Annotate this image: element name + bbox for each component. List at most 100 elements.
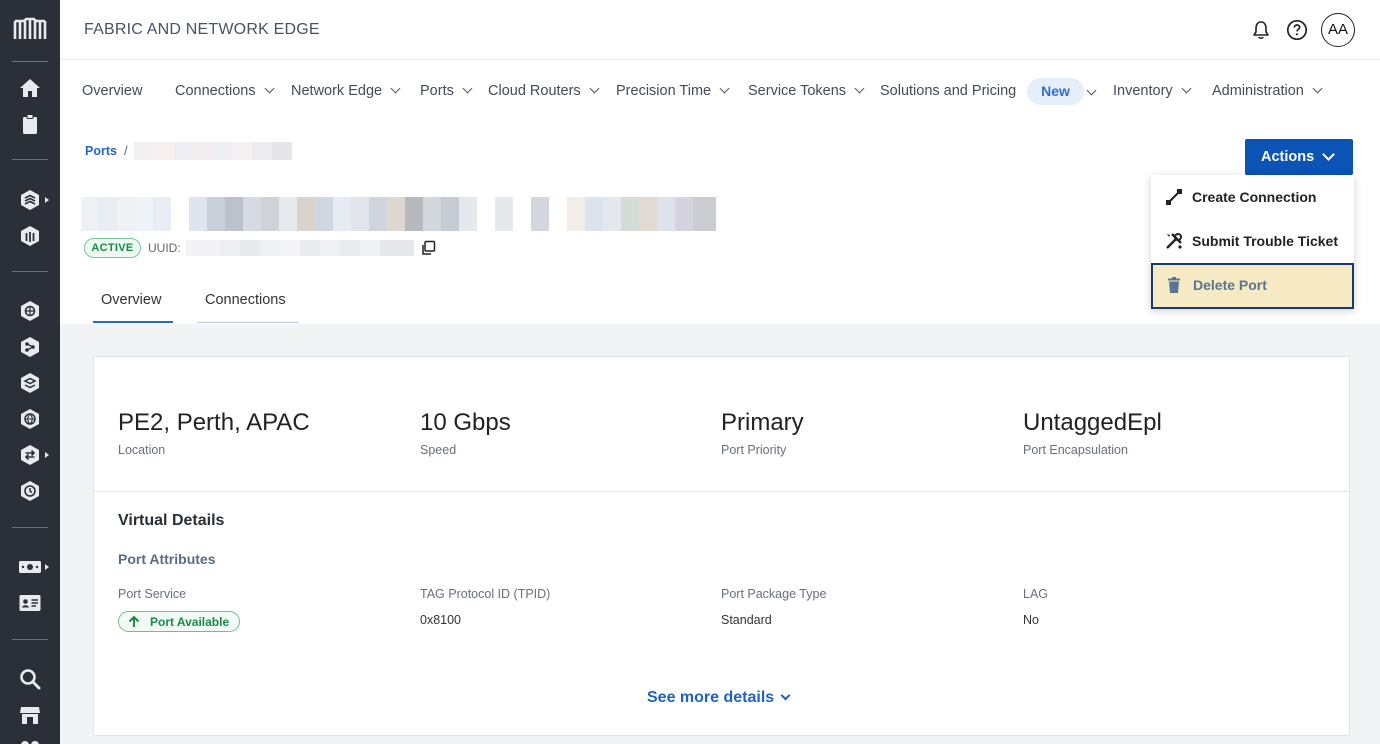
nav-label: Solutions and Pricing xyxy=(880,83,1017,99)
help-icon[interactable] xyxy=(1286,19,1308,41)
chevron-down-icon xyxy=(462,83,473,94)
nav-inventory[interactable]: Inventory xyxy=(1113,83,1192,99)
port-name-redacted xyxy=(81,197,734,231)
actions-button[interactable]: Actions xyxy=(1245,139,1353,175)
app-logo-icon[interactable] xyxy=(12,16,48,42)
network-edge-icon[interactable] xyxy=(18,188,42,212)
clock-icon[interactable] xyxy=(18,479,42,503)
transfer-icon[interactable] xyxy=(18,443,42,467)
menu-item-submit-trouble-ticket[interactable]: Submit Trouble Ticket xyxy=(1151,219,1354,263)
nav-precision-time[interactable]: Precision Time xyxy=(616,83,730,99)
nav-label: Overview xyxy=(82,83,143,99)
user-avatar[interactable]: AA xyxy=(1321,13,1355,47)
home-icon[interactable] xyxy=(18,76,42,100)
chevron-down-icon xyxy=(1322,148,1335,161)
port-attributes-title: Port Attributes xyxy=(118,551,216,567)
chevron-down-icon xyxy=(854,83,865,94)
chevron-down-icon xyxy=(719,83,730,94)
port-available-badge: Port Available xyxy=(118,611,240,632)
chevron-down-icon xyxy=(390,83,401,94)
tab-active-indicator xyxy=(93,321,173,323)
cloud-router-icon[interactable] xyxy=(18,335,42,359)
menu-item-label: Delete Port xyxy=(1193,277,1267,293)
app-title: FABRIC AND NETWORK EDGE xyxy=(84,21,320,38)
nav-label: Ports xyxy=(420,83,454,99)
tpid-value: 0x8100 xyxy=(420,613,462,627)
bell-icon[interactable] xyxy=(1250,19,1272,41)
speed-value: 10 Gbps xyxy=(420,409,511,436)
lag-label: LAG xyxy=(1023,587,1049,601)
breadcrumb-ports[interactable]: Ports xyxy=(85,144,117,158)
actions-menu: Create Connection Submit Trouble Ticket … xyxy=(1151,175,1354,309)
copy-icon[interactable] xyxy=(420,240,436,256)
nav-network-edge[interactable]: Network Edge xyxy=(291,83,401,99)
nav-connections[interactable]: Connections xyxy=(175,83,275,99)
nav-label: Cloud Routers xyxy=(488,83,581,99)
see-more-label: See more details xyxy=(647,689,775,706)
nav-overview[interactable]: Overview xyxy=(82,83,142,99)
nav-label: Network Edge xyxy=(291,83,383,99)
port-service-label: Port Service xyxy=(118,587,187,601)
nav-cloud-routers[interactable]: Cloud Routers xyxy=(488,83,600,99)
nav-administration[interactable]: Administration xyxy=(1212,83,1323,99)
tab-connections[interactable]: Connections xyxy=(205,292,286,308)
tab-underline xyxy=(197,322,298,323)
connection-icon xyxy=(1165,188,1183,206)
nav-label: Administration xyxy=(1212,83,1304,99)
nav-label: Connections xyxy=(175,83,256,99)
see-more-details-link[interactable]: See more details xyxy=(647,689,791,707)
search-icon[interactable] xyxy=(18,667,42,691)
encapsulation-label: Port Encapsulation xyxy=(1023,443,1128,457)
chevron-down-icon xyxy=(1181,83,1192,94)
breadcrumb-separator: / xyxy=(124,143,128,158)
package-type-label: Port Package Type xyxy=(721,587,827,601)
trash-icon xyxy=(1165,276,1183,294)
ports-icon[interactable] xyxy=(18,224,42,248)
fabric-icon[interactable] xyxy=(18,299,42,323)
nav-service-tokens[interactable]: Service Tokens xyxy=(748,83,865,99)
virtual-details-title: Virtual Details xyxy=(118,512,225,529)
globe-icon[interactable] xyxy=(18,407,42,431)
chevron-down-icon xyxy=(589,83,600,94)
uuid-value-redacted xyxy=(186,240,414,256)
layers-icon[interactable] xyxy=(18,371,42,395)
new-badge[interactable]: New xyxy=(1027,78,1084,105)
nav-solutions-pricing[interactable]: Solutions and Pricing xyxy=(880,83,1016,99)
billing-icon[interactable] xyxy=(18,555,42,579)
tools-icon xyxy=(1165,232,1183,250)
port-service-value: Port Available xyxy=(150,615,230,629)
chevron-down-icon xyxy=(780,690,791,701)
contact-card-icon[interactable] xyxy=(18,591,42,615)
priority-label: Port Priority xyxy=(721,443,787,457)
main-nav: Overview Connections Network Edge Ports … xyxy=(60,60,1380,125)
divider xyxy=(94,491,1349,492)
arrow-up-icon xyxy=(127,615,141,629)
location-value: PE2, Perth, APAC xyxy=(118,409,310,436)
location-label: Location xyxy=(118,443,166,457)
port-details-card: PE2, Perth, APAC Location 10 Gbps Speed … xyxy=(93,356,1350,736)
chevron-down-icon xyxy=(1312,83,1323,94)
status-badge: ACTIVE xyxy=(84,238,141,258)
top-header: FABRIC AND NETWORK EDGE AA xyxy=(60,0,1380,60)
package-type-value: Standard xyxy=(721,613,772,627)
menu-item-create-connection[interactable]: Create Connection xyxy=(1151,175,1354,219)
tpid-label: TAG Protocol ID (TPID) xyxy=(420,587,551,601)
breadcrumb-port-name-redacted xyxy=(134,142,292,160)
menu-item-delete-port[interactable]: Delete Port xyxy=(1151,263,1354,309)
lag-value: No xyxy=(1023,613,1039,627)
more-apps-icon[interactable] xyxy=(18,737,42,744)
chevron-down-icon xyxy=(264,83,275,94)
menu-item-label: Submit Trouble Ticket xyxy=(1192,233,1338,249)
marketplace-icon[interactable] xyxy=(18,703,42,727)
nav-label: Precision Time xyxy=(616,83,712,99)
speed-label: Speed xyxy=(420,443,457,457)
uuid-label: UUID: xyxy=(148,241,181,255)
tab-overview[interactable]: Overview xyxy=(101,292,161,308)
clipboard-icon[interactable] xyxy=(18,112,42,136)
chevron-down-icon[interactable] xyxy=(1086,85,1097,96)
side-rail xyxy=(0,0,60,744)
actions-label: Actions xyxy=(1261,149,1315,165)
nav-ports[interactable]: Ports xyxy=(420,83,473,99)
nav-label: Inventory xyxy=(1113,83,1173,99)
menu-item-label: Create Connection xyxy=(1192,189,1317,205)
